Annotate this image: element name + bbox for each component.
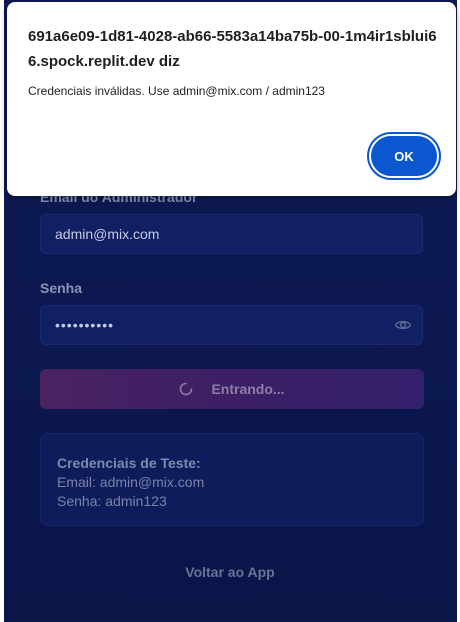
alert-dialog: 691a6e09-1d81-4028-ab66-5583a14ba75b-00-…: [7, 2, 456, 196]
password-label: Senha: [40, 280, 83, 296]
browser-viewport: Email do Administrador admin@mix.com Sen…: [0, 0, 460, 622]
eye-icon[interactable]: [394, 316, 412, 334]
password-field[interactable]: ••••••••••: [40, 305, 423, 345]
test-credentials-title: Credenciais de Teste:: [57, 455, 201, 471]
alert-origin: 691a6e09-1d81-4028-ab66-5583a14ba75b-00-…: [28, 28, 437, 70]
alert-message: Credenciais inválidas. Use admin@mix.com…: [28, 84, 325, 98]
test-credentials-password: Senha: admin123: [57, 493, 167, 509]
back-to-app-link[interactable]: Voltar ao App: [0, 564, 460, 580]
test-credentials-email: Email: admin@mix.com: [57, 474, 205, 490]
test-credentials-card: Credenciais de Teste: Email: admin@mix.c…: [40, 433, 424, 526]
email-field[interactable]: admin@mix.com: [40, 214, 423, 254]
login-submit-button[interactable]: Entrando...: [40, 369, 424, 409]
spinner-icon: [179, 382, 193, 396]
submit-label: Entrando...: [211, 381, 285, 397]
ok-button[interactable]: OK: [371, 136, 437, 176]
